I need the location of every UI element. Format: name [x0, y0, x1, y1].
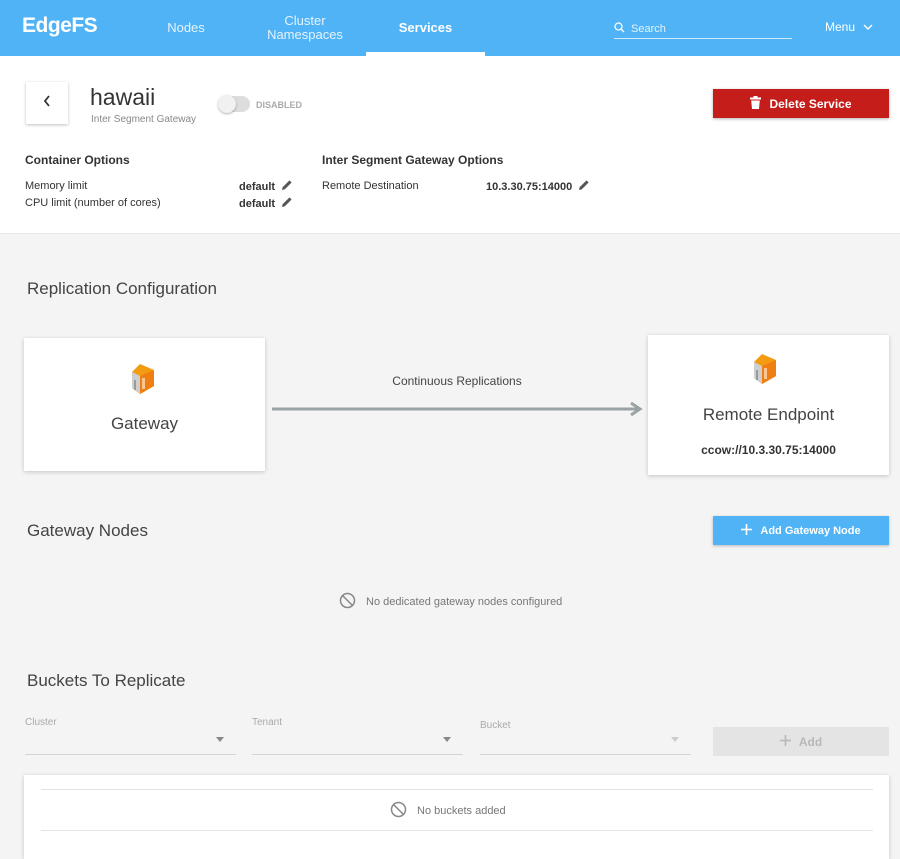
service-name: hawaii [90, 84, 156, 110]
remote-endpoint-address: ccow://10.3.30.75:14000 [701, 443, 836, 457]
chevron-down-icon [863, 20, 873, 34]
trash-icon [750, 95, 762, 112]
table-divider [41, 830, 873, 831]
buckets-empty-message: No buckets added [390, 801, 506, 821]
replication-link-label: Continuous Replications [392, 374, 522, 388]
add-gateway-node-label: Add Gateway Node [760, 524, 861, 537]
memory-limit-label: Memory limit [25, 180, 88, 192]
pencil-icon [281, 196, 293, 211]
caret-down-icon [216, 737, 224, 742]
remote-endpoint-card: Remote Endpoint ccow://10.3.30.75:14000 [648, 335, 889, 475]
replication-section-title: Replication Configuration [27, 279, 217, 298]
cube-icon [750, 352, 784, 391]
nav-item-nodes[interactable]: Nodes [150, 0, 222, 56]
menu-dropdown[interactable]: Menu [825, 20, 873, 34]
toggle-knob [218, 95, 236, 113]
menu-label: Menu [825, 20, 856, 34]
memory-limit-text: default [239, 180, 276, 193]
add-bucket-label: Add [798, 734, 823, 749]
nav-item-services[interactable]: Services [366, 0, 485, 56]
cluster-select[interactable]: Cluster [25, 715, 236, 755]
chevron-left-icon [43, 94, 51, 112]
plus-icon [779, 734, 791, 749]
search-box [614, 20, 792, 39]
table-divider [41, 789, 873, 790]
gateway-nodes-section-title: Gateway Nodes [27, 521, 148, 540]
app-logo[interactable]: EdgeFS [22, 14, 98, 38]
cpu-limit-label: CPU limit (number of cores) [25, 197, 161, 209]
gateway-card-title: Gateway [110, 414, 179, 433]
buckets-section-title: Buckets To Replicate [27, 671, 186, 690]
container-options-heading: Container Options [25, 153, 130, 167]
gateway-nodes-empty-text: No dedicated gateway nodes configured [366, 596, 563, 608]
remote-endpoint-title: Remote Endpoint [702, 405, 835, 424]
service-type: Inter Segment Gateway [91, 114, 197, 125]
arrow-right-icon [272, 401, 646, 421]
service-header-panel: hawaii Inter Segment Gateway DISABLED De… [0, 56, 900, 234]
remote-destination-label: Remote Destination [322, 180, 419, 192]
caret-down-icon [671, 737, 679, 742]
add-gateway-node-button[interactable]: Add Gateway Node [713, 516, 889, 545]
search-icon [614, 20, 625, 38]
bucket-select[interactable]: Bucket [480, 715, 691, 755]
service-status-label: DISABLED [256, 100, 303, 110]
gateway-card: Gateway [24, 338, 265, 471]
top-navbar: EdgeFS Nodes Cluster Namespaces Services… [0, 0, 900, 56]
search-input[interactable] [631, 23, 781, 35]
remote-destination-text: 10.3.30.75:14000 [486, 180, 573, 193]
memory-limit-value[interactable]: default [239, 179, 293, 194]
plus-icon [741, 523, 753, 538]
gateway-options-heading: Inter Segment Gateway Options [322, 153, 504, 167]
cpu-limit-text: default [239, 197, 276, 210]
back-button[interactable] [26, 82, 68, 124]
service-enable-toggle[interactable] [218, 95, 250, 113]
tenant-select-label: Tenant [252, 717, 283, 728]
cpu-limit-value[interactable]: default [239, 196, 293, 211]
nav-item-cluster-namespaces[interactable]: Cluster Namespaces [245, 0, 365, 56]
remote-destination-value[interactable]: 10.3.30.75:14000 [486, 179, 590, 194]
buckets-table: No buckets added [24, 775, 889, 859]
pencil-icon [281, 179, 293, 194]
add-bucket-button[interactable]: Add [713, 727, 889, 756]
delete-service-label: Delete Service [769, 96, 852, 111]
bucket-select-label: Bucket [480, 720, 511, 731]
delete-service-button[interactable]: Delete Service [713, 89, 889, 118]
pencil-icon [578, 179, 590, 194]
buckets-empty-text: No buckets added [417, 805, 506, 817]
cube-icon [128, 362, 162, 401]
caret-down-icon [443, 737, 451, 742]
no-entry-icon [339, 592, 356, 612]
no-entry-icon [390, 801, 407, 821]
gateway-nodes-empty-message: No dedicated gateway nodes configured [339, 592, 562, 612]
tenant-select[interactable]: Tenant [252, 715, 463, 755]
cluster-select-label: Cluster [25, 717, 57, 728]
